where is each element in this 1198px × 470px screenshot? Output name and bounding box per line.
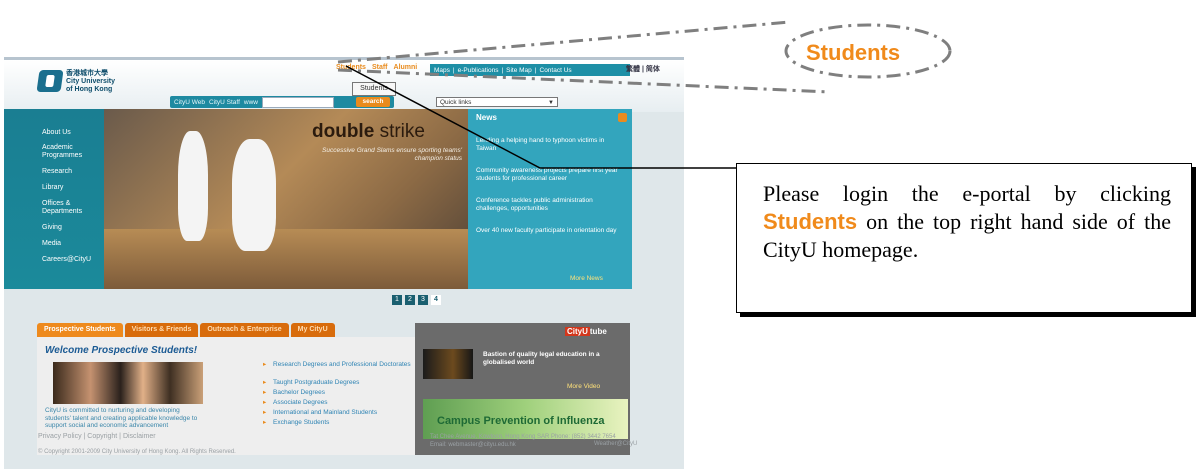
hero-title: double strike bbox=[312, 121, 425, 143]
site-header: 香港城市大學 City University of Hong Kong Stud… bbox=[4, 57, 684, 112]
hero-title-rest: strike bbox=[379, 121, 425, 142]
tab-prospective-students[interactable]: Prospective Students bbox=[37, 323, 123, 337]
chevron-down-icon: ▼ bbox=[548, 100, 554, 106]
nav-research[interactable]: Research bbox=[42, 168, 102, 176]
callout-text: Please login the e-portal by clicking St… bbox=[763, 180, 1171, 264]
staff-link[interactable]: Staff bbox=[372, 64, 388, 76]
radio-www[interactable]: www bbox=[244, 99, 258, 106]
welcome-heading: Welcome Prospective Students! bbox=[45, 345, 198, 356]
zoom-connector-top bbox=[337, 20, 791, 64]
news-panel: News Lending a helping hand to typhoon v… bbox=[468, 109, 632, 289]
more-news-link[interactable]: More News bbox=[570, 275, 603, 282]
degree-link[interactable]: Research Degrees and Professional Doctor… bbox=[263, 361, 413, 369]
hero-subtitle: Successive Grand Slams ensure sporting t… bbox=[322, 147, 462, 162]
hero-banner[interactable]: double strike Successive Grand Slams ens… bbox=[104, 109, 468, 289]
tab-outreach-enterprise[interactable]: Outreach & Enterprise bbox=[200, 323, 289, 337]
logo-name-line1: City University bbox=[66, 78, 116, 85]
site-logo-text[interactable]: 香港城市大學 City University of Hong Kong bbox=[66, 70, 136, 94]
fencer-right-image bbox=[232, 139, 276, 251]
tube-logo-tube: tube bbox=[589, 327, 607, 336]
callout-before: Please login the e-portal by clicking bbox=[763, 181, 1171, 206]
divider: | bbox=[534, 66, 537, 74]
nav-academic-programmes[interactable]: Academic Programmes bbox=[42, 144, 102, 160]
news-item[interactable]: Conference tackles public administration… bbox=[476, 197, 624, 213]
divider: | bbox=[501, 66, 504, 74]
video-title[interactable]: Bastion of quality legal education in a … bbox=[483, 351, 623, 367]
tab-my-cityu[interactable]: My CityU bbox=[290, 323, 335, 337]
hero-pager: 1 2 3 4 bbox=[392, 295, 441, 305]
students-link[interactable]: Students bbox=[336, 64, 366, 76]
news-item[interactable]: Lending a helping hand to typhoon victim… bbox=[476, 137, 624, 153]
hero-floor bbox=[104, 229, 468, 289]
fencer-left-image bbox=[178, 131, 208, 241]
hero-title-bold: double bbox=[312, 121, 375, 142]
logo-chinese: 香港城市大學 bbox=[66, 70, 108, 77]
degree-link[interactable]: Associate Degrees bbox=[263, 399, 413, 407]
quick-links-value: Quick links bbox=[440, 99, 472, 106]
degree-link[interactable]: Taught Postgraduate Degrees bbox=[263, 379, 413, 387]
nav-careers[interactable]: Careers@CityU bbox=[42, 256, 102, 264]
nav-offices-departments[interactable]: Offices & Departments bbox=[42, 200, 102, 216]
footer-links[interactable]: Privacy Policy | Copyright | Disclaimer bbox=[38, 433, 156, 440]
more-video-link[interactable]: More Video bbox=[567, 383, 600, 390]
divider: | bbox=[452, 66, 455, 74]
students-photo bbox=[53, 362, 203, 404]
utility-links: Maps | e-Publications | Site Map | Conta… bbox=[430, 64, 630, 76]
audience-tabs: Prospective Students Visitors & Friends … bbox=[37, 323, 415, 337]
search-button[interactable]: search bbox=[356, 97, 390, 107]
instruction-callout: Please login the e-portal by clicking St… bbox=[736, 163, 1192, 313]
footer-address-line: Tat Chee Avenue, Kowloon, Hong Kong SAR … bbox=[430, 434, 616, 440]
quick-links-select[interactable]: Quick links ▼ bbox=[436, 97, 558, 107]
news-item[interactable]: Community awareness projects prepare fir… bbox=[476, 167, 624, 183]
video-thumbnail[interactable] bbox=[423, 349, 473, 379]
epublications-link[interactable]: e-Publications bbox=[458, 67, 499, 74]
weather-link[interactable]: Weather@CityU bbox=[594, 441, 637, 447]
tube-logo-city: CityU bbox=[565, 327, 590, 336]
cityu-homepage-screenshot: 香港城市大學 City University of Hong Kong Stud… bbox=[4, 57, 684, 469]
rss-icon[interactable] bbox=[618, 113, 627, 122]
pager-item[interactable]: 3 bbox=[418, 295, 428, 305]
footer-copyright: © Copyright 2001-2009 City University of… bbox=[38, 449, 236, 455]
cityu-logo-icon[interactable] bbox=[36, 70, 64, 92]
nav-media[interactable]: Media bbox=[42, 240, 102, 248]
contact-us-link[interactable]: Contact Us bbox=[540, 67, 572, 74]
radio-cityu-web[interactable]: CityU Web bbox=[174, 99, 205, 106]
nav-library[interactable]: Library bbox=[42, 184, 102, 192]
campus-banner-text: Campus Prevention of Influenza bbox=[437, 415, 605, 427]
pager-item-active[interactable]: 4 bbox=[431, 295, 441, 305]
pager-item[interactable]: 2 bbox=[405, 295, 415, 305]
news-title: News bbox=[476, 113, 497, 122]
alumni-link[interactable]: Alumni bbox=[394, 64, 418, 76]
main-nav: About Us Academic Programmes Research Li… bbox=[4, 109, 104, 289]
language-links[interactable]: 繁體 | 简体 bbox=[626, 64, 660, 74]
degree-link[interactable]: Exchange Students bbox=[263, 419, 413, 427]
pager-item[interactable]: 1 bbox=[392, 295, 402, 305]
maps-link[interactable]: Maps bbox=[434, 67, 450, 74]
intro-text: CityU is committed to nurturing and deve… bbox=[45, 407, 198, 429]
nav-about-us[interactable]: About Us bbox=[42, 129, 102, 137]
news-item[interactable]: Over 40 new faculty participate in orien… bbox=[476, 227, 624, 235]
degree-link[interactable]: Bachelor Degrees bbox=[263, 389, 413, 397]
students-tooltip: Students bbox=[352, 82, 396, 96]
nav-giving[interactable]: Giving bbox=[42, 224, 102, 232]
audience-links: Students Staff Alumni bbox=[336, 64, 417, 76]
search-input[interactable] bbox=[262, 96, 334, 108]
radio-cityu-staff[interactable]: CityU Staff bbox=[209, 99, 240, 106]
cityu-tube-logo[interactable]: CityU tube bbox=[565, 327, 607, 336]
logo-name-line2: of Hong Kong bbox=[66, 86, 113, 93]
zoomed-students-label: Students bbox=[806, 40, 901, 65]
tab-visitors-friends[interactable]: Visitors & Friends bbox=[124, 323, 199, 337]
callout-highlight: Students bbox=[763, 209, 858, 234]
sitemap-link[interactable]: Site Map bbox=[506, 67, 532, 74]
degree-link[interactable]: International and Mainland Students bbox=[263, 409, 413, 417]
